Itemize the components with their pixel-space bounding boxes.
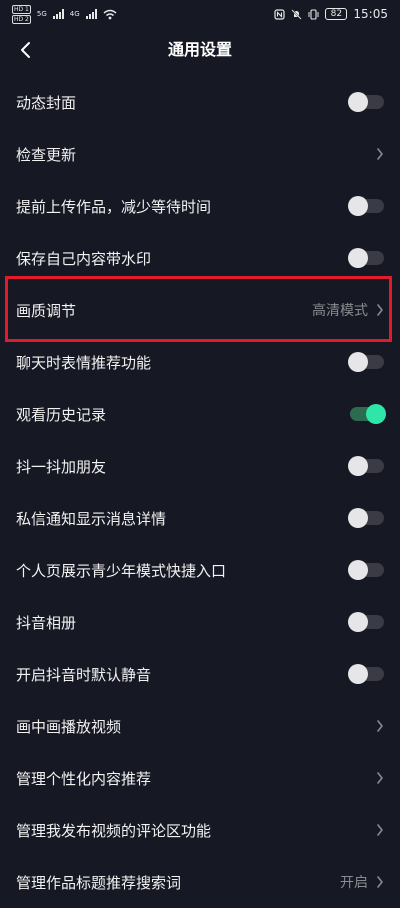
settings-row[interactable]: 管理作品标题推荐搜索词 开启 xyxy=(0,856,400,908)
settings-row-value: 开启 xyxy=(340,875,368,891)
settings-row[interactable]: 提前上传作品，减少等待时间 xyxy=(0,180,400,232)
chevron-right-icon xyxy=(377,824,383,836)
toggle-switch[interactable] xyxy=(348,508,384,528)
settings-row-label: 观看历史记录 xyxy=(16,405,107,424)
settings-row-value: 高清模式 xyxy=(312,303,368,319)
settings-row-control xyxy=(348,248,384,268)
settings-row-label: 开启抖音时默认静音 xyxy=(16,665,152,684)
chevron-right-icon xyxy=(377,772,383,784)
toggle-switch[interactable] xyxy=(348,456,384,476)
settings-row-control xyxy=(376,147,384,161)
status-bar: HD 1 HD 2 5G 4G 82 15:05 xyxy=(0,0,400,28)
settings-row-control xyxy=(348,664,384,684)
settings-row-label: 检查更新 xyxy=(16,145,77,164)
toggle-knob xyxy=(348,248,368,268)
settings-row[interactable]: 动态封面 xyxy=(0,76,400,128)
chevron-right-icon xyxy=(377,148,383,160)
back-arrow-icon xyxy=(21,42,30,58)
settings-row-control: 高清模式 xyxy=(312,300,384,320)
settings-row-control xyxy=(348,196,384,216)
settings-row[interactable]: 个人页展示青少年模式快捷入口 xyxy=(0,544,400,596)
mute-bell-icon xyxy=(291,8,302,20)
chevron-right-icon xyxy=(377,876,383,888)
settings-row[interactable]: 观看历史记录 xyxy=(0,388,400,440)
settings-row-label: 保存自己内容带水印 xyxy=(16,249,152,268)
toggle-knob xyxy=(348,196,368,216)
settings-row-label: 个人页展示青少年模式快捷入口 xyxy=(16,561,227,580)
toggle-knob xyxy=(348,664,368,684)
settings-row-label: 动态封面 xyxy=(16,93,77,112)
toggle-knob xyxy=(348,456,368,476)
settings-row[interactable]: 抖音相册 xyxy=(0,596,400,648)
chevron-right-icon xyxy=(377,304,383,316)
page-title: 通用设置 xyxy=(167,40,232,59)
network-type-2: 4G xyxy=(69,10,80,18)
settings-row-label: 管理我发布视频的评论区功能 xyxy=(16,821,212,840)
toggle-knob xyxy=(348,612,368,632)
status-bar-left: HD 1 HD 2 5G 4G xyxy=(12,4,117,24)
settings-row[interactable]: 检查更新 xyxy=(0,128,400,180)
settings-row-control xyxy=(348,508,384,528)
settings-row-label: 抖一抖加朋友 xyxy=(16,457,107,476)
hd2-badge: HD 2 xyxy=(12,14,31,24)
nfc-icon xyxy=(274,8,286,20)
settings-row[interactable]: 聊天时表情推荐功能 xyxy=(0,336,400,388)
settings-row[interactable]: 管理我发布视频的评论区功能 xyxy=(0,804,400,856)
hd-indicators: HD 1 HD 2 xyxy=(12,4,31,24)
vibrate-icon xyxy=(308,8,319,20)
toggle-switch[interactable] xyxy=(348,196,384,216)
settings-row-control xyxy=(348,352,384,372)
toggle-switch[interactable] xyxy=(348,352,384,372)
settings-row[interactable]: 画质调节 高清模式 xyxy=(0,284,400,336)
settings-row[interactable]: 开启抖音时默认静音 xyxy=(0,648,400,700)
clock: 15:05 xyxy=(353,7,388,21)
settings-row-label: 抖音相册 xyxy=(16,613,77,632)
settings-row-control xyxy=(376,771,384,785)
chevron-right-icon xyxy=(377,720,383,732)
settings-row[interactable]: 抖一抖加朋友 xyxy=(0,440,400,492)
settings-row-control: 开启 xyxy=(340,872,384,892)
settings-row-label: 管理作品标题推荐搜索词 xyxy=(16,873,182,892)
settings-row-control xyxy=(350,404,386,424)
settings-row-label: 聊天时表情推荐功能 xyxy=(16,353,152,372)
settings-row-label: 管理个性化内容推荐 xyxy=(16,769,152,788)
settings-row-control xyxy=(348,92,384,112)
navigation-bar: 通用设置 xyxy=(0,28,400,72)
settings-row-control xyxy=(376,823,384,837)
signal-icon-2 xyxy=(85,9,97,19)
toggle-switch[interactable] xyxy=(348,560,384,580)
settings-row-control xyxy=(348,560,384,580)
settings-row-label: 画中画播放视频 xyxy=(16,717,122,736)
hd1-badge: HD 1 xyxy=(12,4,31,14)
settings-row-control xyxy=(376,719,384,733)
toggle-switch[interactable] xyxy=(348,664,384,684)
toggle-knob xyxy=(348,508,368,528)
toggle-switch[interactable] xyxy=(348,612,384,632)
toggle-switch[interactable] xyxy=(348,248,384,268)
toggle-switch[interactable] xyxy=(350,404,386,424)
battery-icon: 82 xyxy=(325,8,348,20)
toggle-knob xyxy=(366,404,386,424)
settings-row-label: 私信通知显示消息详情 xyxy=(16,509,167,528)
settings-row[interactable]: 画中画播放视频 xyxy=(0,700,400,752)
settings-row[interactable]: 保存自己内容带水印 xyxy=(0,232,400,284)
toggle-knob xyxy=(348,352,368,372)
settings-row[interactable]: 私信通知显示消息详情 xyxy=(0,492,400,544)
settings-row-control xyxy=(348,456,384,476)
back-button[interactable] xyxy=(10,35,40,65)
wifi-icon xyxy=(103,9,117,19)
settings-row-label: 画质调节 xyxy=(16,301,77,320)
settings-row-control xyxy=(348,612,384,632)
network-type-1: 5G xyxy=(36,10,47,18)
toggle-knob xyxy=(348,560,368,580)
toggle-switch[interactable] xyxy=(348,92,384,112)
settings-row-label: 提前上传作品，减少等待时间 xyxy=(16,197,212,216)
toggle-knob xyxy=(348,92,368,112)
settings-list: 动态封面检查更新提前上传作品，减少等待时间 保存自己内容带水印 画质调节 高清模式聊天… xyxy=(0,76,400,908)
settings-row[interactable]: 管理个性化内容推荐 xyxy=(0,752,400,804)
status-bar-right: 82 15:05 xyxy=(274,7,388,21)
signal-icon xyxy=(52,9,64,19)
